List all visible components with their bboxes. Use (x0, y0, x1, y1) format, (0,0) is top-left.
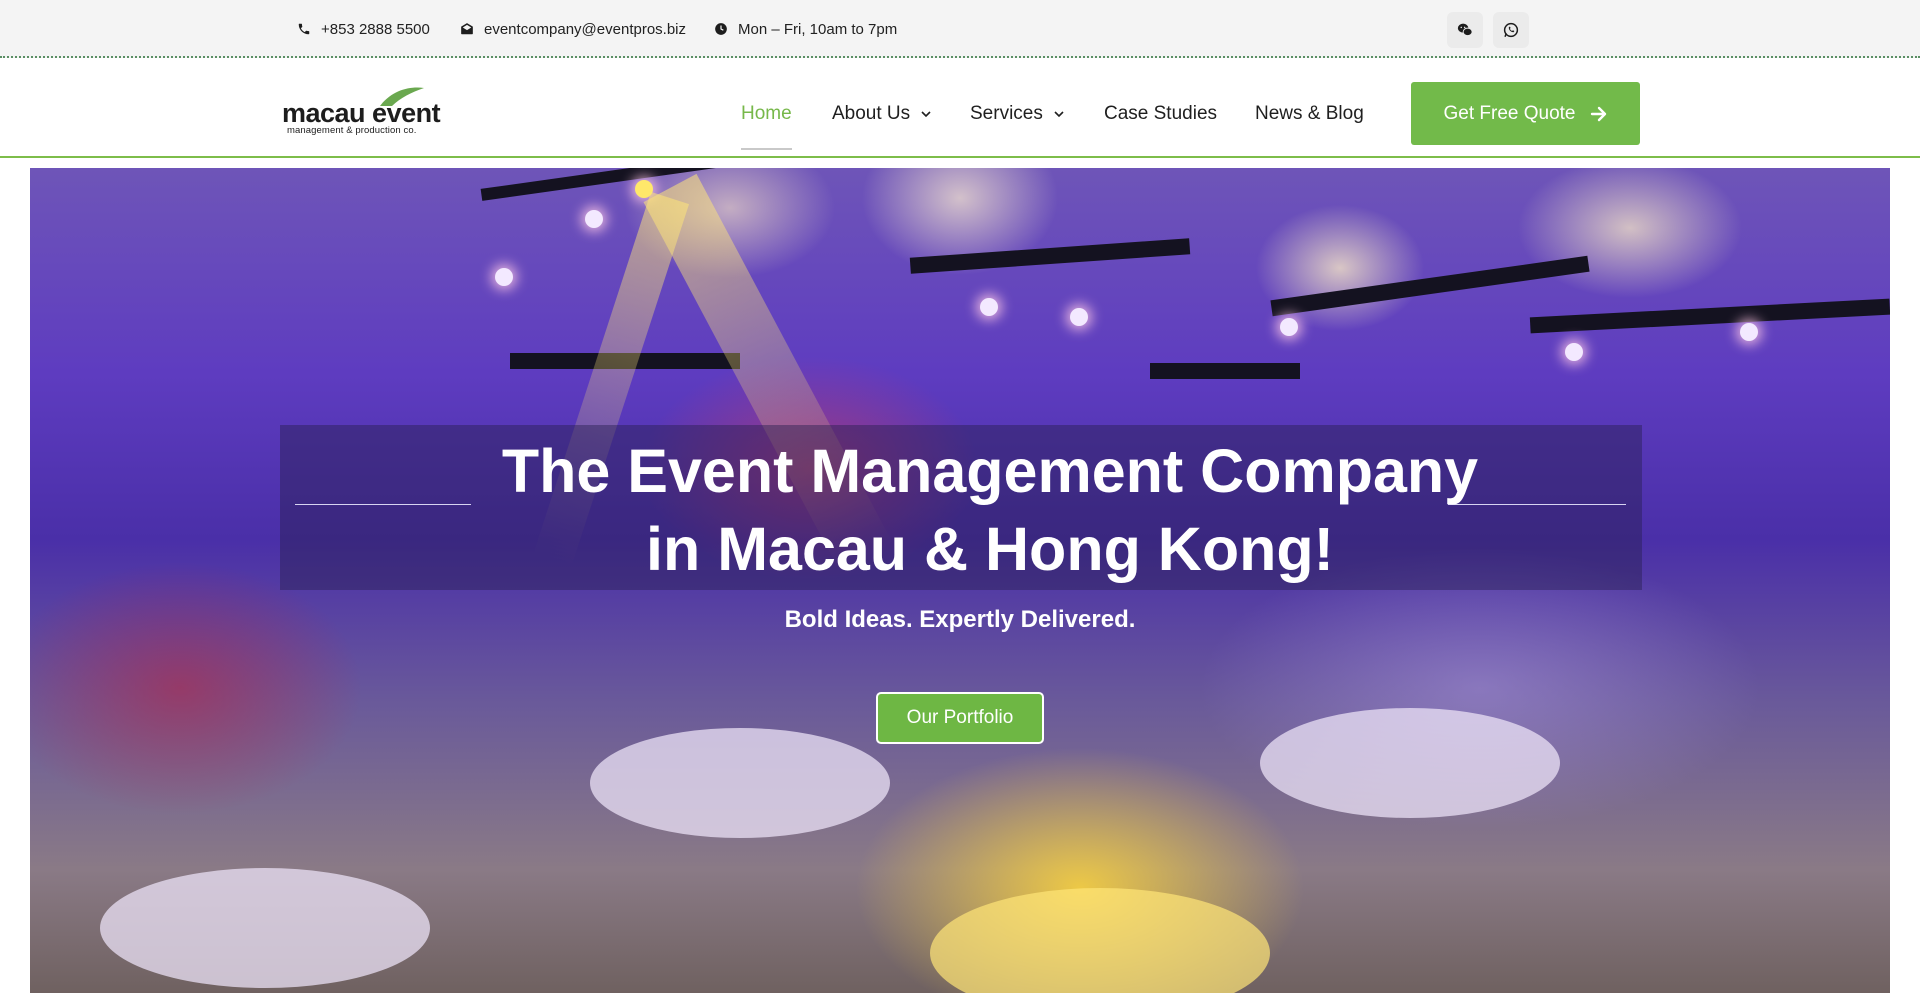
phone-contact[interactable]: +853 2888 5500 (297, 20, 430, 38)
nav-news-blog[interactable]: News & Blog (1255, 102, 1364, 126)
site-logo[interactable]: macau event management & production co. (282, 86, 441, 138)
nav-services-label: Services (970, 103, 1043, 124)
get-free-quote-button[interactable]: Get Free Quote (1411, 82, 1640, 145)
nav-about-us-label: About Us (832, 103, 911, 124)
business-hours: Mon – Fri, 10am to 7pm (714, 20, 897, 38)
nav-services[interactable]: Services (970, 102, 1065, 126)
hero-title-line-1: The Event Management Company (501, 437, 1479, 505)
whatsapp-icon (1503, 22, 1519, 38)
hours-text: Mon – Fri, 10am to 7pm (738, 20, 898, 38)
email-address: eventcompany@eventpros.biz (484, 20, 687, 38)
nav-case-studies[interactable]: Case Studies (1104, 102, 1217, 126)
nav-home-label: Home (741, 103, 792, 124)
hero-banner: The Event Management Company in Macau & … (30, 168, 1890, 993)
wechat-button[interactable] (1447, 12, 1483, 48)
phone-number: +853 2888 5500 (321, 20, 430, 38)
active-nav-underline (741, 148, 792, 150)
portfolio-button-label: Our Portfolio (906, 707, 1014, 728)
phone-icon (298, 23, 310, 35)
nav-home[interactable]: Home (741, 102, 792, 126)
nav-case-studies-label: Case Studies (1104, 103, 1218, 124)
hero-title-line-2: in Macau & Hong Kong! (646, 515, 1334, 583)
chevron-down-icon (921, 111, 931, 118)
whatsapp-button[interactable] (1493, 12, 1529, 48)
hero-subtitle: Bold Ideas. Expertly Delivered. (784, 606, 1136, 633)
cta-label: Get Free Quote (1443, 102, 1576, 124)
chevron-down-icon (1054, 111, 1064, 118)
clock-icon (715, 23, 727, 35)
nav-about-us[interactable]: About Us (832, 102, 932, 126)
envelope-icon (461, 23, 473, 35)
wechat-icon (1457, 23, 1473, 37)
arrow-right-icon (1590, 106, 1606, 121)
nav-news-blog-label: News & Blog (1255, 103, 1364, 124)
logo-tagline: management & production co. (287, 125, 417, 136)
email-contact[interactable]: eventcompany@eventpros.biz (460, 20, 686, 38)
our-portfolio-button[interactable]: Our Portfolio (876, 692, 1044, 744)
top-info-bar: +853 2888 5500 eventcompany@eventpros.bi… (0, 0, 1920, 58)
